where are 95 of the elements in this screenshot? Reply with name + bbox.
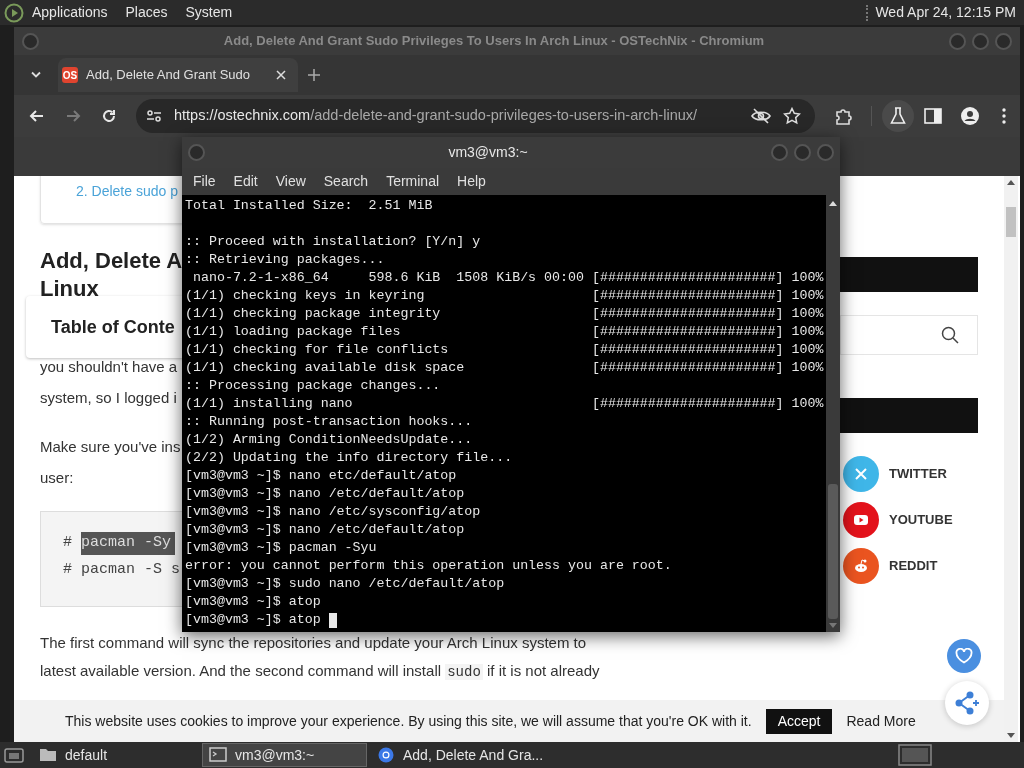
social-link[interactable]: TWITTER [889, 464, 947, 484]
clock: Wed Apr 24, 12:15 PM [875, 3, 1016, 22]
terminal-line: (1/1) checking keys in keyring [######################] 100% [185, 287, 824, 305]
window-title: Add, Delete And Grant Sudo Privileges To Users In Arch Linux - OSTechNix - Chromium [222, 32, 766, 51]
folder-icon [39, 746, 57, 764]
share-button[interactable] [945, 681, 989, 725]
taskbar-button[interactable]: default [33, 743, 198, 767]
terminal-line: (2/2) Updating the info directory file... [185, 449, 513, 467]
url-text: https://ostechnix.com/add-delete-and-grant-sudo-privileges-to-users-in-arch-linux/ [174, 106, 698, 126]
article-heading: Linux [40, 275, 99, 303]
article-heading: Add, Delete A [40, 247, 183, 275]
panel-menu[interactable]: Applications [32, 2, 108, 23]
close-icon[interactable] [276, 70, 286, 80]
terminal-line: :: Running post-transaction hooks... [185, 413, 473, 431]
share-icon [954, 691, 980, 715]
read-more-link[interactable]: Read More [846, 710, 916, 732]
menu-item[interactable]: Edit [225, 171, 266, 192]
terminal-line: :: Processing package changes... [185, 377, 441, 395]
search-icon [941, 326, 959, 344]
extensions-icon[interactable] [835, 107, 854, 125]
paragraph-text: user: [40, 468, 74, 488]
search-field[interactable] [840, 315, 978, 355]
paragraph-text: Make sure you've ins [40, 437, 181, 457]
reload-icon[interactable] [100, 107, 118, 125]
taskbar-button[interactable]: vm3@vm3:~ [202, 743, 367, 767]
workspace-switcher-icon[interactable] [898, 744, 932, 766]
more-menu-icon[interactable] [1002, 108, 1006, 124]
social-button[interactable] [843, 502, 879, 538]
code-text: pacman -S s [81, 560, 181, 581]
browser-tab[interactable]: OS Add, Delete And Grant Sudo [58, 58, 298, 92]
scrollbar[interactable] [1004, 176, 1018, 742]
terminal-line: [vm3@vm3 ~]$ nano /etc/default/atop [185, 521, 465, 539]
start-menu-icon[interactable] [4, 2, 24, 23]
show-desktop-icon[interactable] [3, 746, 25, 764]
new-tab-icon[interactable] [308, 69, 320, 81]
star-icon[interactable] [783, 107, 802, 125]
terminal-line: [vm3@vm3 ~]$ nano /etc/sysconfig/atop [185, 503, 481, 521]
accept-button[interactable]: Accept [765, 708, 833, 734]
terminal-line: [vm3@vm3 ~]$ pacman -Syu [185, 539, 377, 557]
terminal-line: Total Installed Size: 2.51 MiB [185, 197, 433, 215]
table-of-contents-title[interactable]: Table of Conte [51, 313, 175, 341]
terminal-line: [vm3@vm3 ~]$ atop [185, 593, 321, 611]
panel-menu[interactable]: Places [125, 2, 168, 23]
site-settings-icon [146, 109, 162, 123]
menu-item[interactable]: Help [449, 171, 494, 192]
experiments-button[interactable] [882, 100, 914, 132]
terminal-line: :: Retrieving packages... [185, 251, 385, 269]
cookie-notice: This website uses cookies to improve your experience. By using this site, we will assume that you're OK with it. [65, 711, 752, 731]
terminal-line: [vm3@vm3 ~]$ sudo nano /etc/default/atop [185, 575, 505, 593]
social-button[interactable] [843, 548, 879, 584]
paragraph-text: you shouldn't have a [40, 357, 178, 377]
panel-menu[interactable]: System [185, 2, 233, 23]
paragraph-text: system, so I logged i [40, 388, 177, 408]
tab-list-caret-icon[interactable] [30, 71, 42, 79]
menu-item[interactable]: View [267, 171, 314, 192]
terminal-line: [vm3@vm3 ~]$ nano etc/default/atop [185, 467, 457, 485]
terminal-line: :: Proceed with installation? [Y/n] y [185, 233, 481, 251]
code-text: pacman -Sy [81, 532, 176, 555]
terminal-line: error: you cannot perform this operation unless you are root. [185, 557, 672, 575]
menu-item[interactable]: Search [315, 171, 377, 192]
side-panel-icon[interactable] [924, 108, 942, 124]
globe-icon [377, 746, 395, 764]
terminal-line: [vm3@vm3 ~]$ nano /etc/default/atop [185, 485, 465, 503]
terminal-line: (1/1) checking for file conflicts [######################] 100% [185, 341, 824, 359]
taskbar-button[interactable]: Add, Delete And Gra... [371, 743, 550, 767]
profile-icon[interactable] [960, 106, 980, 126]
menu-item[interactable]: File [185, 171, 224, 192]
paragraph-text: latest available version. And the second command will install sudo if it is not already [40, 661, 600, 682]
heart-icon [955, 648, 973, 664]
terminal-line: nano-7.2-1-x86_64 598.6 KiB 1508 KiB/s 00:00 [######################] 100% [191, 269, 824, 287]
terminal-line: (1/1) loading package files [######################] 100% [185, 323, 824, 341]
flask-icon [890, 107, 906, 125]
terminal-line: (1/1) installing nano [######################] 100% [185, 395, 824, 413]
code-prompt: # [63, 533, 73, 554]
paragraph-text: The first command will sync the repositories and update your Arch Linux system to [40, 633, 587, 653]
social-button[interactable] [843, 456, 879, 492]
code-prompt: # [63, 560, 73, 581]
terminal-line: [vm3@vm3 ~]$ atop [185, 611, 322, 629]
terminal-icon [209, 746, 227, 764]
site-favicon: OS [62, 67, 78, 83]
tab-title: Add, Delete And Grant Sudo [86, 66, 252, 85]
window-title: vm3@vm3:~ [447, 143, 529, 162]
address-bar[interactable]: https://ostechnix.com/add-delete-and-grant-sudo-privileges-to-users-in-arch-linux/ [136, 99, 816, 133]
x-icon [853, 466, 869, 482]
social-link[interactable]: REDDIT [889, 556, 938, 576]
favorite-button[interactable] [947, 639, 981, 673]
alien-head-icon [853, 558, 869, 574]
scrollbar[interactable] [826, 195, 840, 632]
eye-slash-icon[interactable] [751, 108, 772, 124]
menu-item[interactable]: Terminal [378, 171, 448, 192]
terminal-line: (1/1) checking available disk space [######################] 100% [185, 359, 824, 377]
terminal-line: (1/2) Arming ConditionNeedsUpdate... [185, 431, 473, 449]
terminal-line: (1/1) checking package integrity [######################] 100% [185, 305, 824, 323]
play-icon [853, 512, 869, 528]
social-link[interactable]: YOUTUBE [889, 510, 953, 530]
